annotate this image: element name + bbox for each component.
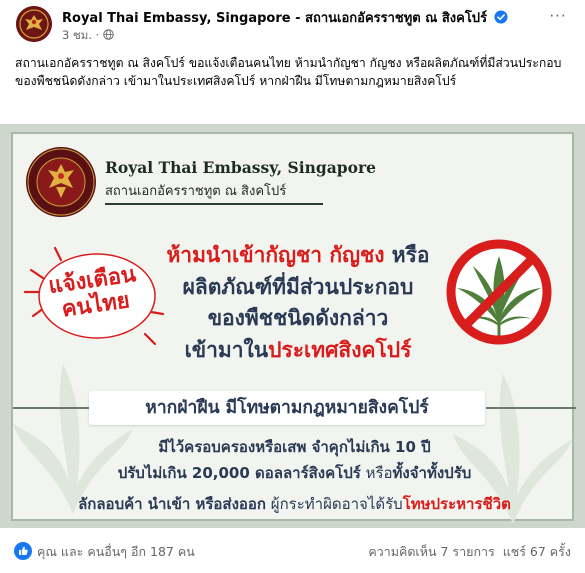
page-name-row: Royal Thai Embassy, Singapore - สถานเอกอ… [62, 7, 508, 28]
penalty-line-1: มีไว้ครอบครองหรือเสพ จำคุกไม่เกิน 10 ปี [13, 435, 576, 459]
penalty-line-2: ปรับไม่เกิน 20,000 ดอลลาร์สิงคโปร์ หรือท… [13, 461, 576, 485]
warning-line-3: ของพืชชนิดดังกล่าว [207, 306, 389, 330]
card-org-name-th: สถานเอกอัครราชทูต ณ สิงคโปร์ [105, 184, 287, 199]
page-avatar[interactable] [16, 6, 52, 42]
org-divider [105, 203, 323, 205]
shares-count[interactable]: แชร์ 67 ครั้ง [503, 544, 571, 559]
warning-line-1-rest: หรือ [391, 243, 430, 267]
embassy-seal-icon [26, 147, 96, 217]
more-options-icon[interactable]: ··· [545, 7, 571, 27]
warning-text: ห้ามนำเข้ากัญชา กัญชง หรือ ผลิตภัณฑ์ที่ม… [153, 240, 443, 366]
reactions-summary[interactable]: คุณ และ คนอื่นๆ อีก 187 คน [14, 542, 195, 562]
like-reaction-icon [14, 542, 32, 560]
warning-line-4-red: ประเทศสิงคโปร์ [268, 337, 412, 362]
no-cannabis-icon [446, 239, 552, 345]
engagement-stats: ความคิดเห็น 7 รายการ แชร์ 67 ครั้ง [368, 542, 571, 562]
reactions-text: คุณ และ คนอื่นๆ อีก 187 คน [37, 544, 195, 559]
post-header: Royal Thai Embassy, Singapore - สถานเอกอ… [0, 0, 585, 46]
warning-line-4: เข้ามาในประเทศสิงคโปร์ [153, 335, 443, 367]
penalty-rule-right [486, 407, 576, 409]
post-image[interactable]: Royal Thai Embassy, Singapore สถานเอกอัค… [0, 124, 585, 528]
warning-line-2: ผลิตภัณฑ์ที่มีส่วนประกอบ [182, 274, 414, 299]
penalty-line-3-c: โทษประหารชีวิต [402, 495, 511, 513]
penalty-heading: หากฝ่าฝืน มีโทษตามกฎหมายสิงคโปร์ [89, 391, 485, 425]
warning-line-1-red: ห้ามนำเข้ากัญชา กัญชง [166, 243, 392, 267]
post-timestamp[interactable]: 3 ชม. [62, 28, 92, 42]
warning-line-4-a: เข้ามาใน [184, 337, 269, 362]
announcement-card: Royal Thai Embassy, Singapore สถานเอกอัค… [11, 132, 576, 524]
penalty-line-3-b: ผู้กระทำผิดอาจได้รับ [266, 495, 403, 513]
penalty-line-1-a: มีไว้ครอบครองหรือเสพ [158, 438, 307, 456]
penalty-line-1-b: จำคุกไม่เกิน 10 ปี [306, 438, 431, 456]
globe-icon [103, 29, 114, 40]
penalty-line-3-a: ลักลอบค้า นำเข้า หรือส่งออก [78, 495, 267, 513]
post-meta: 3 ชม. · [62, 27, 114, 45]
warning-line-1: ห้ามนำเข้ากัญชา กัญชง หรือ [153, 240, 443, 272]
penalty-line-3: ลักลอบค้า นำเข้า หรือส่งออก ผู้กระทำผิดอ… [13, 492, 576, 516]
card-org-name-en: Royal Thai Embassy, Singapore [105, 158, 376, 177]
page-name-link[interactable]: Royal Thai Embassy, Singapore - สถานเอกอ… [62, 11, 487, 26]
comments-count[interactable]: ความคิดเห็น 7 รายการ [368, 544, 494, 559]
garuda-emblem-icon [16, 6, 52, 42]
penalty-line-2-a: ปรับไม่เกิน 20,000 ดอลลาร์สิงคโปร์ [117, 464, 361, 482]
post-caption: สถานเอกอัครราชทูต ณ สิงคโปร์ ขอแจ้งเตือน… [15, 56, 562, 88]
meta-separator: · [95, 28, 100, 42]
post-footer: คุณ และ คนอื่นๆ อีก 187 คน ความคิดเห็น 7… [0, 532, 585, 573]
penalty-line-2-c: ทั้งจำทั้งปรับ [392, 464, 472, 482]
penalty-line-2-b: หรือ [360, 464, 393, 482]
verified-badge-icon [494, 10, 508, 24]
